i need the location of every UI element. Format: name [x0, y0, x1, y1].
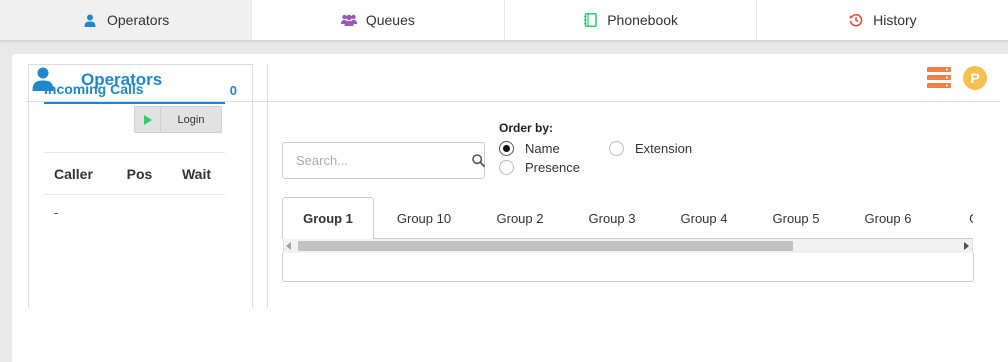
tab-history-label: History	[873, 12, 917, 28]
incoming-calls-underline	[44, 102, 225, 104]
tab-queues-label: Queues	[365, 12, 415, 28]
caller-cell: -	[54, 205, 59, 220]
incoming-calls-count: 0	[229, 83, 237, 98]
column-caller: Caller	[54, 165, 93, 182]
scrollbar-thumb[interactable]	[298, 241, 793, 251]
tab-phonebook-label: Phonebook	[607, 12, 679, 28]
tab-group-2[interactable]: Group 2	[474, 197, 566, 239]
panel-divider	[267, 64, 268, 308]
order-by-label: Order by:	[499, 121, 554, 135]
tab-group-5[interactable]: Group 5	[750, 197, 842, 239]
group-tab-content	[282, 253, 974, 282]
history-icon	[848, 12, 864, 28]
radio-indicator	[499, 160, 514, 175]
scroll-left-arrow-icon[interactable]	[286, 242, 291, 250]
order-extension-label: Extension	[635, 141, 693, 156]
address-book-icon	[582, 12, 598, 28]
user-icon	[82, 12, 98, 28]
tab-group-4[interactable]: Group 4	[658, 197, 750, 239]
group-tabs: Group 1 Group 10 Group 2 Group 3 Group 4…	[282, 197, 973, 239]
tabs-scrollbar[interactable]	[283, 239, 973, 253]
tab-history[interactable]: History	[757, 0, 1008, 40]
search-box	[282, 142, 485, 179]
order-name-radio[interactable]: Name	[499, 141, 560, 156]
order-presence-radio[interactable]: Presence	[499, 160, 580, 175]
incoming-calls-panel: Incoming Calls 0 Login Caller Pos Wait -	[28, 64, 253, 308]
scroll-right-arrow-icon[interactable]	[964, 242, 969, 250]
table-header: Caller Pos Wait	[44, 152, 225, 195]
login-button-label: Login	[177, 113, 205, 126]
incoming-calls-table: Caller Pos Wait -	[44, 152, 225, 230]
tab-queues[interactable]: Queues	[252, 0, 505, 40]
list-view-icon[interactable]	[927, 67, 951, 93]
column-wait: Wait	[181, 165, 212, 182]
tab-group-3[interactable]: Group 3	[566, 197, 658, 239]
tab-group-partial[interactable]: Gro	[934, 197, 973, 239]
users-icon	[340, 12, 357, 28]
order-presence-label: Presence	[525, 160, 580, 175]
search-icon[interactable]	[472, 154, 485, 167]
tab-group-6[interactable]: Group 6	[842, 197, 934, 239]
order-extension-radio[interactable]: Extension	[609, 141, 692, 156]
incoming-calls-title: Incoming Calls	[44, 81, 144, 97]
tab-operators-label: Operators	[107, 12, 170, 28]
presence-badge[interactable]: P	[963, 66, 987, 90]
tab-operators[interactable]: Operators	[0, 0, 253, 40]
tab-group-1[interactable]: Group 1	[282, 197, 374, 239]
login-button[interactable]: Login	[134, 106, 222, 133]
radio-indicator	[609, 141, 624, 156]
tab-group-10[interactable]: Group 10	[374, 197, 474, 239]
column-pos: Pos	[126, 165, 153, 182]
tab-phonebook[interactable]: Phonebook	[505, 0, 757, 40]
play-icon	[135, 107, 161, 132]
order-name-label: Name	[525, 141, 560, 156]
top-nav: Operators Queues Phonebook History	[0, 0, 1008, 40]
table-row: -	[44, 195, 225, 230]
radio-selected-indicator	[499, 141, 514, 156]
search-input[interactable]	[296, 153, 472, 168]
